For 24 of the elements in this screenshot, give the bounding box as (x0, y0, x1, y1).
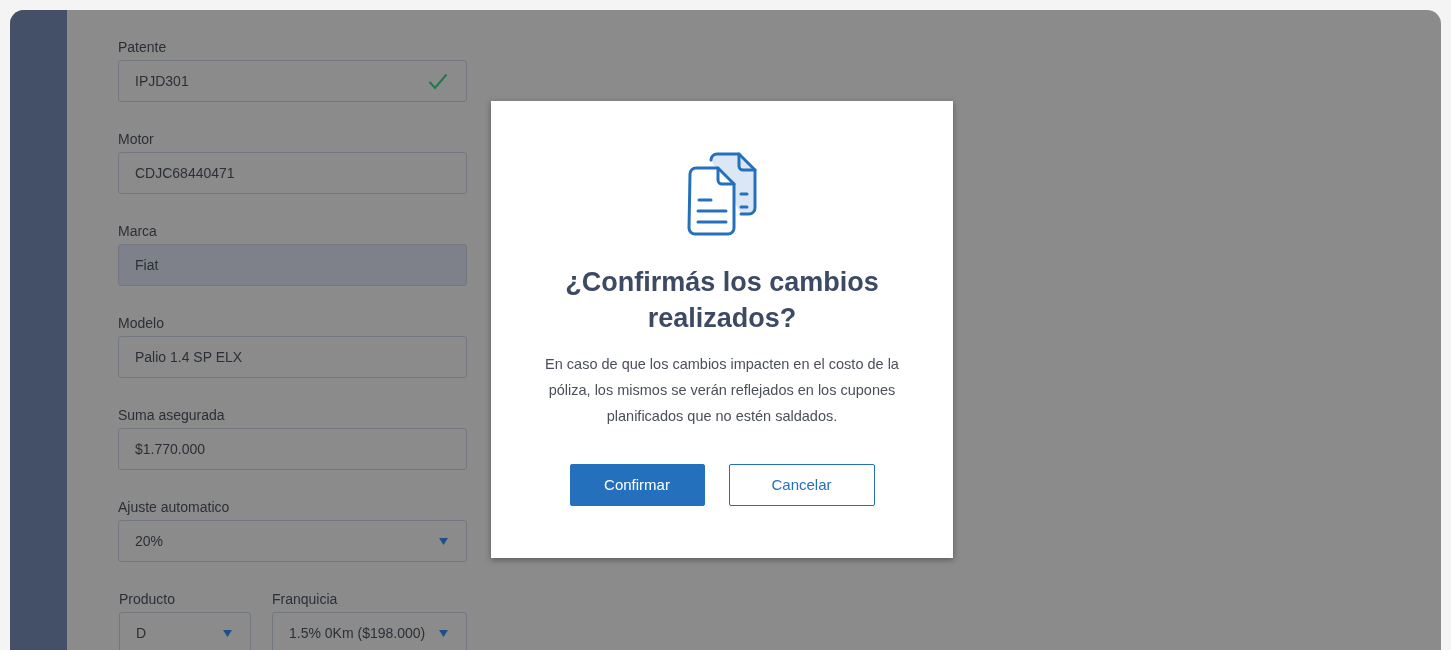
field-label: Motor (118, 130, 155, 149)
select-field[interactable]: 1.5% 0Km ($198.000) (272, 612, 467, 650)
input-field[interactable]: Fiat (118, 244, 467, 286)
field-label: Franquicia (272, 590, 339, 609)
input-field[interactable]: Palio 1.4 SP ELX (118, 336, 467, 378)
select-field[interactable]: D (119, 612, 251, 650)
field-label: Marca (118, 222, 158, 241)
dialog-title: ¿Confirmás los cambios realizados? (564, 266, 880, 335)
caret-icon (439, 629, 448, 637)
caret-icon (439, 537, 448, 545)
caret-icon (223, 629, 232, 637)
field-label: Producto (119, 590, 177, 609)
input-field[interactable]: CDJC68440471 (118, 152, 467, 194)
field-label: Patente (118, 38, 168, 57)
field-label: Ajuste automatico (118, 498, 231, 517)
cancel-button[interactable]: Cancelar (728, 464, 875, 506)
checkmark-icon (428, 72, 448, 90)
select-field[interactable]: 20% (118, 520, 467, 562)
confirm-button[interactable]: Confirmar (569, 464, 705, 506)
input-field[interactable]: $1.770.000 (118, 428, 467, 470)
field-label: Suma asegurada (118, 406, 226, 425)
input-field[interactable]: IPJD301 (118, 60, 467, 102)
dialog-message: En caso de que los cambios impacten en el costo de la póliza, los mismos se verán reflejados en los cupones planificados que no estén saldados. (544, 355, 900, 426)
field-label: Modelo (118, 314, 165, 333)
